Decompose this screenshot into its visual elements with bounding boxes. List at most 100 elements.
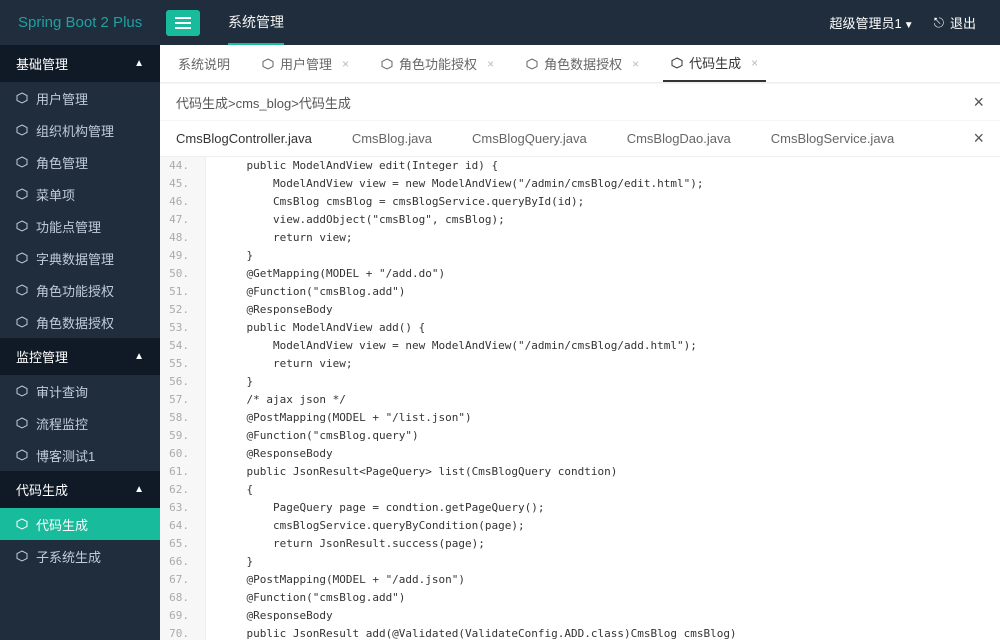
hexagon-icon <box>16 284 28 296</box>
sidebar-group-codegen[interactable]: 代码生成 ▲ <box>0 471 160 508</box>
code-editor[interactable]: 44. public ModelAndView edit(Integer id)… <box>160 157 1000 640</box>
code-text: @ResponseBody <box>206 445 1000 463</box>
sidebar-group-monitor[interactable]: 监控管理 ▲ <box>0 338 160 375</box>
line-number: 44. <box>160 157 206 175</box>
code-line: 62. { <box>160 481 1000 499</box>
logo: Spring Boot 2 Plus <box>0 0 160 45</box>
tab-label: 用户管理 <box>280 54 332 73</box>
code-line: 53. public ModelAndView add() { <box>160 319 1000 337</box>
code-line: 56. } <box>160 373 1000 391</box>
line-number: 63. <box>160 499 206 517</box>
close-icon[interactable]: × <box>632 57 639 71</box>
tab[interactable]: 系统说明 <box>170 45 238 82</box>
hexagon-icon <box>16 385 28 397</box>
line-number: 64. <box>160 517 206 535</box>
hexagon-icon <box>16 220 28 232</box>
code-line: 55. return view; <box>160 355 1000 373</box>
line-number: 48. <box>160 229 206 247</box>
code-text: public ModelAndView add() { <box>206 319 1000 337</box>
file-tab[interactable]: CmsBlogService.java <box>771 131 895 146</box>
code-text: @PostMapping(MODEL + "/add.json") <box>206 571 1000 589</box>
file-tab[interactable]: CmsBlogQuery.java <box>472 131 587 146</box>
sidebar-item[interactable]: 角色功能授权 <box>0 274 160 306</box>
code-text: cmsBlogService.queryByCondition(page); <box>206 517 1000 535</box>
hexagon-icon <box>16 417 28 429</box>
file-tab[interactable]: CmsBlog.java <box>352 131 432 146</box>
tab-bar: 系统说明用户管理×角色功能授权×角色数据授权×代码生成× <box>160 45 1000 83</box>
code-line: 58. @PostMapping(MODEL + "/list.json") <box>160 409 1000 427</box>
tab-label: 代码生成 <box>689 53 741 72</box>
code-text: ModelAndView view = new ModelAndView("/a… <box>206 175 1000 193</box>
sidebar: 基础管理 ▲ 用户管理组织机构管理角色管理菜单项功能点管理字典数据管理角色功能授… <box>0 45 160 640</box>
topnav-item-system[interactable]: 系统管理 <box>228 0 284 45</box>
sidebar-item-label: 组织机构管理 <box>36 121 114 140</box>
code-line: 51. @Function("cmsBlog.add") <box>160 283 1000 301</box>
line-number: 67. <box>160 571 206 589</box>
sidebar-item[interactable]: 博客测试1 <box>0 439 160 471</box>
close-icon[interactable]: × <box>487 57 494 71</box>
logout-button[interactable]: ⎋ 退出 <box>934 13 976 32</box>
sidebar-item[interactable]: 用户管理 <box>0 82 160 114</box>
file-tab[interactable]: CmsBlogDao.java <box>627 131 731 146</box>
file-tab[interactable]: CmsBlogController.java <box>176 131 312 146</box>
sidebar-group-basic[interactable]: 基础管理 ▲ <box>0 45 160 82</box>
sidebar-item[interactable]: 流程监控 <box>0 407 160 439</box>
sidebar-item[interactable]: 代码生成 <box>0 508 160 540</box>
code-line: 66. } <box>160 553 1000 571</box>
user-menu[interactable]: 超级管理员1▼ <box>830 13 914 32</box>
code-line: 69. @ResponseBody <box>160 607 1000 625</box>
line-number: 50. <box>160 265 206 283</box>
sidebar-item[interactable]: 字典数据管理 <box>0 242 160 274</box>
code-text: CmsBlog cmsBlog = cmsBlogService.queryBy… <box>206 193 1000 211</box>
tab[interactable]: 角色数据授权 × <box>518 45 647 82</box>
sidebar-item[interactable]: 子系统生成 <box>0 540 160 572</box>
close-icon[interactable]: × <box>973 92 984 113</box>
sidebar-item[interactable]: 功能点管理 <box>0 210 160 242</box>
code-line: 57. /* ajax json */ <box>160 391 1000 409</box>
close-icon[interactable]: × <box>751 56 758 70</box>
close-icon[interactable]: × <box>973 128 984 149</box>
line-number: 62. <box>160 481 206 499</box>
code-text: { <box>206 481 1000 499</box>
code-line: 52. @ResponseBody <box>160 301 1000 319</box>
tab-label: 角色数据授权 <box>544 54 622 73</box>
tab[interactable]: 代码生成 × <box>663 45 766 82</box>
sidebar-item[interactable]: 组织机构管理 <box>0 114 160 146</box>
close-icon[interactable]: × <box>342 57 349 71</box>
line-number: 60. <box>160 445 206 463</box>
line-number: 46. <box>160 193 206 211</box>
line-number: 56. <box>160 373 206 391</box>
breadcrumb: 代码生成>cms_blog>代码生成 <box>176 93 351 112</box>
tab[interactable]: 用户管理 × <box>254 45 357 82</box>
main-panel: 系统说明用户管理×角色功能授权×角色数据授权×代码生成× 代码生成>cms_bl… <box>160 45 1000 640</box>
line-number: 45. <box>160 175 206 193</box>
sidebar-item-label: 菜单项 <box>36 185 75 204</box>
sidebar-item[interactable]: 审计查询 <box>0 375 160 407</box>
sidebar-item-label: 功能点管理 <box>36 217 101 236</box>
line-number: 61. <box>160 463 206 481</box>
tab[interactable]: 角色功能授权× <box>373 45 502 82</box>
sidebar-item[interactable]: 角色管理 <box>0 146 160 178</box>
line-number: 57. <box>160 391 206 409</box>
code-line: 61. public JsonResult<PageQuery> list(Cm… <box>160 463 1000 481</box>
code-line: 47. view.addObject("cmsBlog", cmsBlog); <box>160 211 1000 229</box>
code-line: 46. CmsBlog cmsBlog = cmsBlogService.que… <box>160 193 1000 211</box>
line-number: 59. <box>160 427 206 445</box>
sidebar-item[interactable]: 菜单项 <box>0 178 160 210</box>
sidebar-item-label: 博客测试1 <box>36 446 95 465</box>
logout-icon: ⎋ <box>934 15 944 31</box>
hexagon-icon <box>16 316 28 328</box>
topnav: 系统管理 <box>228 0 284 45</box>
menu-toggle-button[interactable] <box>166 10 200 36</box>
sidebar-item-label: 字典数据管理 <box>36 249 114 268</box>
sidebar-item[interactable]: 角色数据授权 <box>0 306 160 338</box>
sidebar-group-label: 监控管理 <box>16 347 68 366</box>
hexagon-icon <box>16 252 28 264</box>
chevron-up-icon: ▲ <box>134 58 144 69</box>
hexagon-icon <box>16 550 28 562</box>
sidebar-item-label: 角色数据授权 <box>36 313 114 332</box>
chevron-up-icon: ▲ <box>134 351 144 362</box>
code-line: 68. @Function("cmsBlog.add") <box>160 589 1000 607</box>
code-line: 50. @GetMapping(MODEL + "/add.do") <box>160 265 1000 283</box>
sidebar-item-label: 用户管理 <box>36 89 88 108</box>
